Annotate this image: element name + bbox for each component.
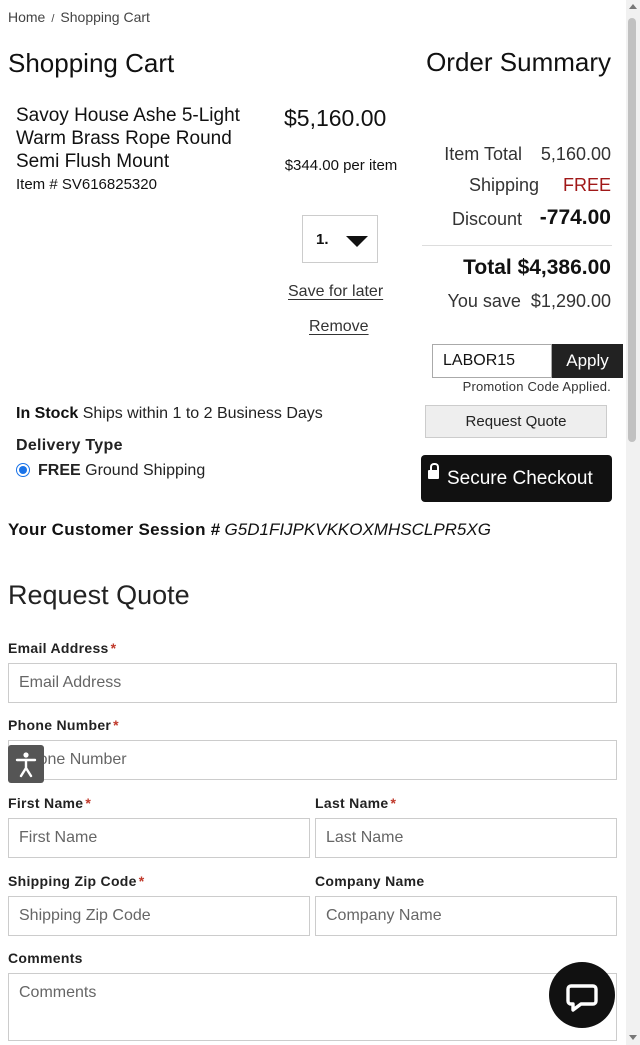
discount-value: -774.00 (539, 206, 611, 229)
product-price: $5,160.00 (284, 105, 387, 131)
phone-field[interactable]: Phone Number (8, 740, 617, 780)
scrollbar-thumb[interactable] (628, 18, 636, 442)
delivery-type-label: Delivery Type (16, 437, 123, 454)
quantity-select[interactable]: 1. (302, 215, 378, 263)
remove-link[interactable]: Remove (309, 318, 369, 336)
unit-price: $344.00 per item (284, 157, 398, 174)
summary-divider (422, 245, 612, 246)
shipping-row: Shipping FREE (411, 175, 611, 197)
product-item-number: Item # SV616825320 (16, 176, 157, 193)
you-save-label: You save (447, 291, 521, 311)
accessibility-icon (15, 752, 37, 778)
first-name-label: First Name * (8, 795, 92, 811)
company-label: Company Name (315, 873, 425, 889)
accessibility-button[interactable] (8, 745, 44, 783)
page-title: Shopping Cart (8, 48, 175, 78)
customer-session: Your Customer Session # G5D1FIJPKVKKOXMHS… (8, 520, 491, 540)
request-quote-button[interactable]: Request Quote (425, 405, 607, 438)
request-quote-title: Request Quote (8, 580, 190, 610)
scroll-up-arrow-icon[interactable] (629, 4, 637, 9)
email-field[interactable]: Email Address (8, 663, 617, 703)
order-total: Total $4,386.00 (463, 256, 611, 280)
breadcrumb-home-link[interactable]: Home (8, 9, 45, 25)
zip-label: Shipping Zip Code * (8, 873, 145, 889)
first-name-field[interactable]: First Name (8, 818, 310, 858)
total-label: Total (463, 256, 512, 279)
discount-label: Discount (451, 209, 522, 229)
ground-shipping-option[interactable]: FREE Ground Shipping (38, 462, 205, 480)
scroll-down-arrow-icon[interactable] (629, 1035, 637, 1040)
item-total-row: Item Total 5,160.00 (411, 144, 611, 166)
comments-label: Comments (8, 950, 83, 966)
ground-shipping-radio[interactable] (16, 463, 30, 477)
zip-field[interactable]: Shipping Zip Code (8, 896, 310, 936)
caret-down-icon (346, 236, 368, 247)
save-for-later-link[interactable]: Save for later (288, 283, 383, 301)
phone-label: Phone Number * (8, 717, 119, 733)
promo-applied-note: Promotion Code Applied. (462, 379, 611, 394)
promo-code-input[interactable] (432, 344, 552, 378)
comments-field[interactable]: Comments (8, 973, 617, 1041)
shipping-label: Shipping (468, 175, 539, 195)
company-field[interactable]: Company Name (315, 896, 617, 936)
email-label: Email Address * (8, 640, 117, 656)
shipping-value: FREE (562, 175, 611, 195)
checkout-label: Secure Checkout (447, 468, 593, 489)
apply-promo-button[interactable]: Apply (552, 344, 623, 378)
breadcrumb: Home / Shopping Cart (8, 9, 150, 25)
ships-within: Ships within 1 to 2 Business Days (82, 405, 323, 422)
lock-icon (428, 463, 439, 479)
you-save: You save $1,290.00 (448, 291, 612, 312)
breadcrumb-current: Shopping Cart (60, 9, 150, 25)
chat-button[interactable] (549, 962, 615, 1028)
item-total-value: 5,160.00 (540, 144, 611, 164)
last-name-field[interactable]: Last Name (315, 818, 617, 858)
order-summary-title: Order Summary (426, 47, 611, 77)
stock-status-label: In Stock (16, 405, 79, 422)
quantity-value: 1. (316, 231, 329, 248)
item-total-label: Item Total (444, 144, 522, 164)
session-id: G5D1FIJPKVKKOXMHSCLPR5XG (224, 520, 491, 539)
discount-row: Discount -774.00 (411, 206, 611, 232)
ground-shipping-label: Ground Shipping (85, 462, 206, 479)
free-label: FREE (38, 462, 81, 479)
secure-checkout-button[interactable]: Secure Checkout (421, 455, 612, 502)
chat-icon (566, 984, 598, 1012)
session-label: Your Customer Session # (8, 520, 221, 539)
breadcrumb-separator: / (51, 13, 55, 25)
last-name-label: Last Name * (315, 795, 397, 811)
stock-status: In Stock Ships within 1 to 2 Business Da… (16, 405, 323, 423)
total-value: $4,386.00 (517, 256, 611, 279)
you-save-value: $1,290.00 (530, 291, 611, 311)
product-name[interactable]: Savoy House Ashe 5-Light Warm Brass Rope… (16, 104, 276, 173)
